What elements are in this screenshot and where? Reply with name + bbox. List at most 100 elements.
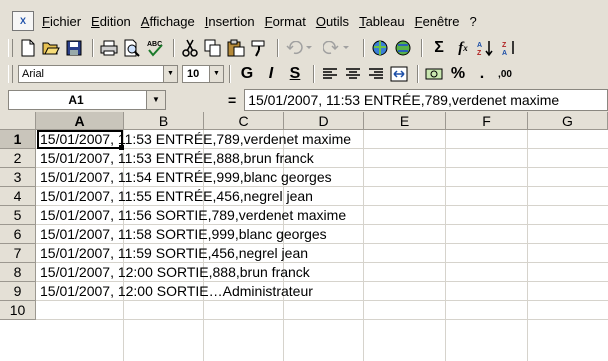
- copy-icon[interactable]: [203, 38, 223, 58]
- row-header[interactable]: 1: [0, 130, 36, 149]
- align-center-icon[interactable]: [343, 64, 363, 84]
- merge-center-icon[interactable]: [389, 64, 409, 84]
- toolbar-grip[interactable]: [8, 65, 13, 83]
- undo-icon[interactable]: [284, 38, 318, 58]
- cell-a5[interactable]: 15/01/2007, 11:56 SORTIE,789,verdenet ma…: [40, 206, 346, 225]
- row-header[interactable]: 10: [0, 301, 36, 320]
- chevron-down-icon[interactable]: ▼: [209, 66, 223, 82]
- toolbar-separator: [417, 65, 419, 83]
- row-header[interactable]: 3: [0, 168, 36, 187]
- row-header[interactable]: 7: [0, 244, 36, 263]
- column-header-c[interactable]: C: [204, 112, 284, 130]
- currency-icon[interactable]: [424, 64, 444, 84]
- align-right-icon[interactable]: [366, 64, 386, 84]
- menu-fichier[interactable]: Fichier: [42, 14, 81, 29]
- excel-window: X Fichier Edition Affichage Insertion Fo…: [0, 0, 608, 361]
- save-icon[interactable]: [64, 38, 84, 58]
- column-header-b[interactable]: B: [124, 112, 204, 130]
- toolbar-grip[interactable]: [8, 39, 13, 57]
- formatting-toolbar: Arial ▼ 10 ▼ G I S % . ,00: [8, 62, 608, 86]
- font-name-value: Arial: [22, 68, 45, 80]
- italic-button[interactable]: I: [260, 64, 282, 84]
- underline-button[interactable]: S: [284, 64, 306, 84]
- grid-line: [363, 130, 364, 361]
- cell-a6[interactable]: 15/01/2007, 11:58 SORTIE,999,blanc georg…: [40, 225, 327, 244]
- cell-a4[interactable]: 15/01/2007, 11:55 ENTRÉE,456,negrel jean: [40, 187, 313, 206]
- font-size-select[interactable]: 10 ▼: [182, 65, 224, 83]
- menu-bar: X Fichier Edition Affichage Insertion Fo…: [0, 8, 608, 34]
- formula-equals-sign: =: [228, 92, 237, 108]
- excel-app-icon[interactable]: X: [12, 11, 34, 31]
- menu-edition[interactable]: Edition: [91, 14, 131, 29]
- sort-ascending-icon[interactable]: AZ: [476, 38, 496, 58]
- row-header[interactable]: 4: [0, 187, 36, 206]
- toolbar-separator: [363, 39, 365, 57]
- menu-insertion[interactable]: Insertion: [205, 14, 255, 29]
- redo-icon[interactable]: [321, 38, 355, 58]
- spelling-icon[interactable]: ABC: [145, 38, 165, 58]
- row-header[interactable]: 2: [0, 149, 36, 168]
- web-toolbar-icon[interactable]: [393, 38, 413, 58]
- autosum-icon[interactable]: Σ: [428, 38, 450, 58]
- grid-line: [445, 130, 446, 361]
- paste-icon[interactable]: [226, 38, 246, 58]
- thousands-separator-button[interactable]: .: [471, 64, 493, 84]
- toolbar-separator: [313, 65, 315, 83]
- percent-button[interactable]: %: [447, 64, 469, 84]
- grid-line: [36, 319, 608, 320]
- bold-button[interactable]: G: [236, 64, 258, 84]
- align-left-icon[interactable]: [320, 64, 340, 84]
- row-header[interactable]: 9: [0, 282, 36, 301]
- menu-affichage[interactable]: Affichage: [141, 14, 195, 29]
- fill-handle[interactable]: [119, 145, 124, 150]
- font-name-select[interactable]: Arial ▼: [18, 65, 178, 83]
- select-all-corner[interactable]: [0, 112, 36, 130]
- column-header-a[interactable]: A: [36, 112, 124, 130]
- toolbar-separator: [92, 39, 94, 57]
- insert-hyperlink-icon[interactable]: [370, 38, 390, 58]
- column-header-g[interactable]: G: [528, 112, 608, 130]
- menu-help[interactable]: ?: [469, 14, 476, 29]
- menu-outils[interactable]: Outils: [316, 14, 349, 29]
- open-folder-icon[interactable]: [41, 38, 61, 58]
- formula-input[interactable]: 15/01/2007, 11:53 ENTRÉE,789,verdenet ma…: [244, 89, 608, 111]
- svg-text:A: A: [477, 42, 482, 49]
- new-document-icon[interactable]: [18, 38, 38, 58]
- cell-a3[interactable]: 15/01/2007, 11:54 ENTRÉE,999,blanc georg…: [40, 168, 332, 187]
- cell-a9[interactable]: 15/01/2007, 12:00 SORTIE…Administrateur: [40, 282, 313, 301]
- cell-a2[interactable]: 15/01/2007, 11:53 ENTRÉE,888,brun franck: [40, 149, 314, 168]
- name-box-value: A1: [68, 93, 84, 107]
- row-header[interactable]: 5: [0, 206, 36, 225]
- svg-text:A: A: [502, 50, 507, 57]
- print-preview-icon[interactable]: [122, 38, 142, 58]
- paste-function-icon[interactable]: fx: [452, 38, 474, 58]
- active-cell-selection: [37, 130, 123, 149]
- standard-toolbar: ABC Σ fx AZ Z A: [8, 36, 608, 60]
- menu-tableau[interactable]: Tableau: [359, 14, 405, 29]
- cell-a7[interactable]: 15/01/2007, 11:59 SORTIE,456,negrel jean: [40, 244, 308, 263]
- column-header-d[interactable]: D: [284, 112, 364, 130]
- spreadsheet-grid[interactable]: A B C D E F G 1 2 3 4 5 6 7 8 9 10 15/01…: [0, 112, 608, 361]
- increase-decimal-icon[interactable]: ,00: [495, 64, 515, 84]
- formula-bar: A1 ▼ = 15/01/2007, 11:53 ENTRÉE,789,verd…: [0, 88, 608, 112]
- font-size-value: 10: [187, 68, 200, 80]
- chevron-down-icon[interactable]: ▼: [146, 91, 165, 109]
- toolbar-separator: [229, 65, 231, 83]
- row-header[interactable]: 8: [0, 263, 36, 282]
- cell-a8[interactable]: 15/01/2007, 12:00 SORTIE,888,brun franck: [40, 263, 310, 282]
- menu-fenetre[interactable]: Fenêtre: [415, 14, 460, 29]
- svg-text:Z: Z: [477, 50, 482, 57]
- svg-text:Z: Z: [502, 42, 507, 49]
- name-box[interactable]: A1 ▼: [8, 90, 166, 110]
- print-icon[interactable]: [99, 38, 119, 58]
- toolbar-separator: [173, 39, 175, 57]
- column-header-e[interactable]: E: [364, 112, 446, 130]
- chevron-down-icon[interactable]: ▼: [163, 66, 177, 82]
- toolbar-separator: [277, 39, 279, 57]
- sort-descending-icon[interactable]: ZA: [499, 38, 519, 58]
- cut-icon[interactable]: [180, 38, 200, 58]
- format-painter-icon[interactable]: [249, 38, 269, 58]
- row-header[interactable]: 6: [0, 225, 36, 244]
- column-header-f[interactable]: F: [446, 112, 528, 130]
- menu-format[interactable]: Format: [265, 14, 306, 29]
